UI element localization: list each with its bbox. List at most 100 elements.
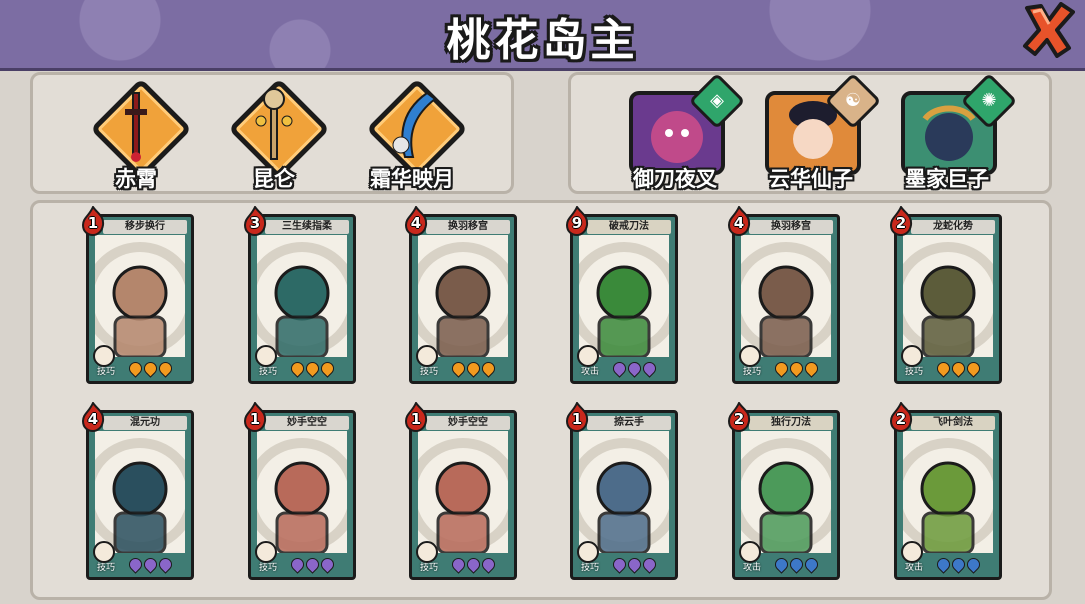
energy-pip-icon [318,359,337,378]
card-cost: 2 [895,214,907,232]
npc-panel: ◈ 御刀夜叉 ☯ 云华仙子 ✺ 墨家巨子 [568,72,1052,194]
energy-pips [772,555,821,574]
energy-pip-icon [625,555,644,574]
cost-badge: 1 [80,206,106,236]
skill-card[interactable]: 换羽移宫 技巧 4 [727,206,840,384]
energy-pip-icon [288,359,307,378]
cost-badge: 1 [242,402,268,432]
card-cost: 1 [249,410,261,428]
card-frame: 捺云手 技巧 [570,410,678,580]
card-type-icon [739,345,761,367]
npc-item[interactable]: ◈ 御刀夜叉 [615,72,746,191]
npc-name: 云华仙子 [769,167,853,191]
energy-pip-icon [464,359,483,378]
energy-pips [449,555,498,574]
close-button[interactable] [1021,2,1075,58]
energy-pip-icon [772,359,791,378]
card-cost: 1 [87,214,99,232]
card-frame: 独行刀法 攻击 [732,410,840,580]
card-art [579,235,669,363]
card-name: 破戒刀法 [587,220,671,234]
relic-item[interactable]: 赤霄 [81,78,192,191]
skill-card[interactable]: 飞叶剑法 攻击 2 [889,402,1002,580]
card-type-icon [255,541,277,563]
npc-name: 御刀夜叉 [633,167,717,191]
energy-pip-icon [126,359,145,378]
card-type-icon [416,345,438,367]
energy-pip-icon [141,555,160,574]
npc-item[interactable]: ✺ 墨家巨子 [887,72,1018,191]
npc-item[interactable]: ☯ 云华仙子 [751,72,882,191]
cost-badge: 1 [403,402,429,432]
energy-pip-icon [288,555,307,574]
card-name: 独行刀法 [749,416,833,430]
energy-pip-icon [640,555,659,574]
card-cost: 3 [249,214,261,232]
energy-pip-icon [964,359,983,378]
energy-pip-icon [449,359,468,378]
card-type-icon [901,541,923,563]
card-type-icon [93,541,115,563]
skill-card[interactable]: 妙手空空 技巧 1 [242,402,356,580]
npc-name: 墨家巨子 [905,167,989,191]
card-frame: 破戒刀法 攻击 [570,214,678,384]
skill-card[interactable]: 移步换行 技巧 1 [80,206,194,384]
card-name: 混元功 [103,416,187,430]
card-art [418,235,508,363]
card-type-icon [739,541,761,563]
energy-pip-icon [464,555,483,574]
relic-item[interactable]: 昆仑 [219,78,330,191]
card-name: 换羽移宫 [426,220,510,234]
relic-item[interactable]: 霜华映月 [357,78,468,191]
energy-pip-icon [802,555,821,574]
energy-pip-icon [949,555,968,574]
energy-pip-icon [318,555,337,574]
card-frame: 换羽移宫 技巧 [732,214,840,384]
card-cost: 1 [410,410,422,428]
red-sword-icon [125,92,147,162]
energy-pip-icon [949,359,968,378]
card-art [903,235,993,363]
skill-card[interactable]: 换羽移宫 技巧 4 [403,206,517,384]
relic-name: 昆仑 [253,167,295,191]
skill-card[interactable]: 捺云手 技巧 1 [565,402,678,580]
energy-pip-icon [303,555,322,574]
skill-card[interactable]: 破戒刀法 攻击 9 [565,206,678,384]
card-frame: 飞叶剑法 攻击 [894,410,1002,580]
energy-pip-icon [479,555,498,574]
energy-pips [772,359,821,378]
energy-pip-icon [625,359,644,378]
swirl-icon: ☯ [844,90,862,111]
card-art [741,431,831,559]
skill-card[interactable]: 妙手空空 技巧 1 [403,402,517,580]
energy-pips [610,359,659,378]
card-name: 换羽移宫 [749,220,833,234]
card-cost: 9 [571,214,583,232]
golden-staff-icon [255,88,293,160]
skill-card[interactable]: 混元功 技巧 4 [81,402,194,580]
skill-card[interactable]: 龙蛇化势 技巧 2 [889,206,1002,384]
energy-pips [610,555,659,574]
card-name: 捺云手 [587,416,671,430]
energy-pip-icon [787,555,806,574]
card-name: 龙蛇化势 [911,220,995,234]
card-cost: 2 [733,410,745,428]
skill-card[interactable]: 三生续指柔 技巧 3 [243,206,356,384]
energy-pips [934,359,983,378]
energy-pip-icon [964,555,983,574]
card-frame: 妙手空空 技巧 [409,410,517,580]
skill-card[interactable]: 独行刀法 攻击 2 [727,402,840,580]
card-type-icon [93,345,115,367]
card-name: 移步换行 [103,220,187,234]
card-art [257,235,347,363]
energy-pip-icon [141,359,160,378]
cost-badge: 4 [403,206,429,236]
energy-pip-icon [610,359,629,378]
card-frame: 移步换行 技巧 [86,214,194,384]
energy-pips [449,359,498,378]
relic-name: 霜华映月 [370,167,454,191]
relics-panel: 赤霄 昆仑 霜华映月 [30,72,514,194]
card-art [418,431,508,559]
energy-pips [126,555,175,574]
energy-pip-icon [156,359,175,378]
